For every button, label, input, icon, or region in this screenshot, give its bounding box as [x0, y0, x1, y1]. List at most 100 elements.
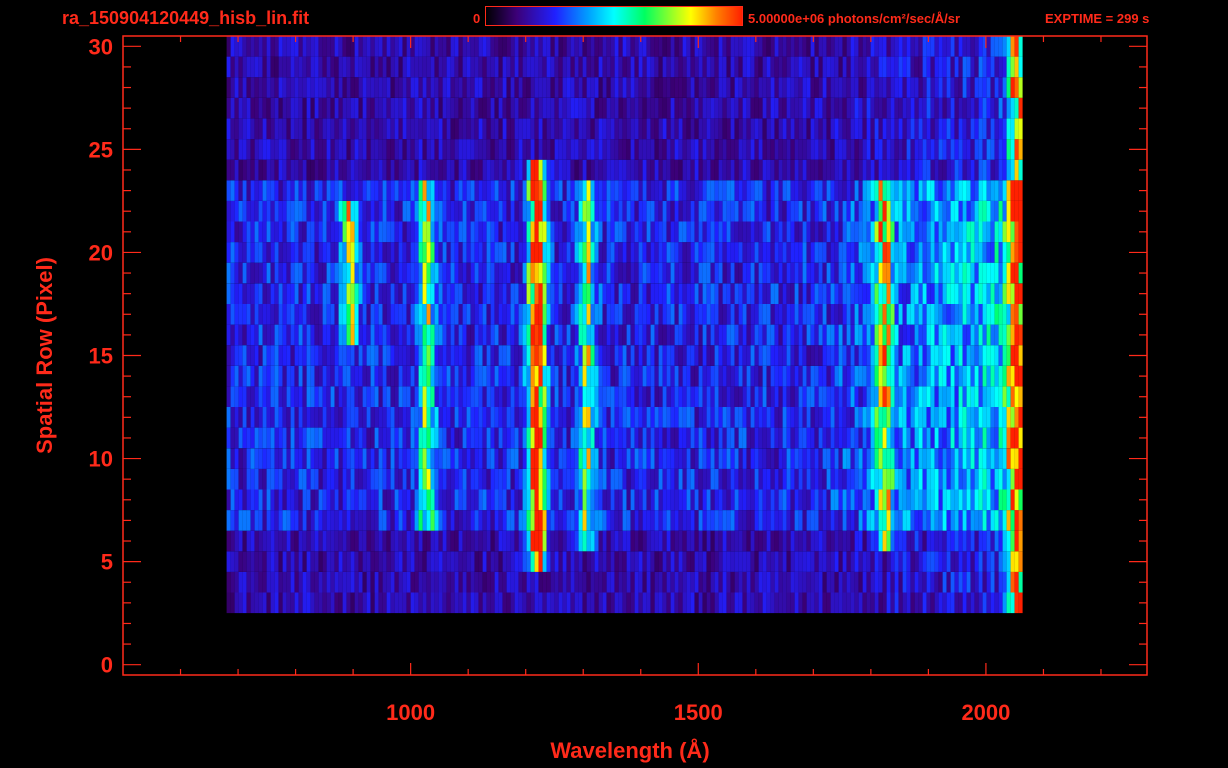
heatmap-cell [730, 180, 735, 201]
heatmap-cell [658, 262, 663, 284]
heatmap-cell [358, 324, 363, 346]
heatmap-cell [870, 304, 875, 325]
heatmap-cell [602, 283, 607, 304]
heatmap-cell [1010, 283, 1015, 304]
heatmap-cell [918, 592, 923, 614]
heatmap-cell [330, 262, 335, 284]
heatmap-cell [938, 97, 943, 119]
heatmap-cell [394, 365, 399, 387]
heatmap-cell [266, 448, 271, 469]
heatmap-cell [610, 200, 615, 222]
heatmap-cell [498, 304, 503, 325]
heatmap-cell [970, 571, 975, 593]
heatmap-cell [418, 365, 423, 387]
heatmap-cell [934, 159, 939, 181]
heatmap-cell [870, 221, 875, 243]
heatmap-cell [434, 489, 439, 511]
heatmap-cell [474, 489, 479, 511]
heatmap-cell [702, 200, 707, 222]
heatmap-cell [334, 592, 339, 614]
heatmap-cell [1010, 510, 1015, 531]
heatmap-cell [854, 97, 859, 119]
heatmap-cell [750, 221, 755, 243]
heatmap-cell [626, 283, 631, 304]
heatmap-cell [878, 97, 883, 119]
heatmap-cell [1018, 242, 1023, 263]
heatmap-cell [966, 221, 971, 243]
heatmap-cell [322, 551, 327, 572]
heatmap-cell [938, 324, 943, 346]
heatmap-cell [898, 448, 903, 469]
heatmap-cell [402, 262, 407, 284]
heatmap-cell [942, 510, 947, 531]
heatmap-cell [274, 262, 279, 284]
heatmap-cell [354, 283, 359, 304]
heatmap-cell [770, 468, 775, 490]
heatmap-cell [370, 324, 375, 346]
heatmap-cell [326, 592, 331, 614]
heatmap-cell [770, 551, 775, 572]
heatmap-cell [606, 427, 611, 449]
heatmap-cell [658, 97, 663, 119]
heatmap-cell [706, 180, 711, 201]
heatmap-cell [1002, 324, 1007, 346]
heatmap-cell [250, 221, 255, 243]
heatmap-cell [606, 221, 611, 243]
heatmap-cell [578, 407, 583, 428]
heatmap-cell [310, 489, 315, 511]
heatmap-cell [438, 468, 443, 490]
heatmap-cell [862, 386, 867, 407]
heatmap-cell [422, 324, 427, 346]
heatmap-cell [230, 283, 235, 304]
heatmap-cell [830, 139, 835, 160]
heatmap-cell [994, 345, 999, 366]
heatmap-cell [790, 427, 795, 449]
heatmap-cell [722, 118, 727, 140]
heatmap-cell [806, 448, 811, 469]
heatmap-cell [562, 386, 567, 407]
heatmap-cell [970, 551, 975, 572]
heatmap-cell [870, 448, 875, 469]
heatmap-cell [314, 180, 319, 201]
heatmap-cell [546, 592, 551, 614]
heatmap-cell [514, 510, 519, 531]
heatmap-cell [430, 139, 435, 160]
heatmap-cell [490, 283, 495, 304]
heatmap-cell [242, 510, 247, 531]
heatmap-cell [482, 159, 487, 181]
heatmap-cell [934, 180, 939, 201]
heatmap-cell [706, 200, 711, 222]
heatmap-cell [838, 592, 843, 614]
heatmap-cell [246, 468, 251, 490]
heatmap-cell [610, 118, 615, 140]
heatmap-cell [298, 304, 303, 325]
heatmap-cell [858, 324, 863, 346]
heatmap-cell [1006, 551, 1011, 572]
heatmap-cell [262, 345, 267, 366]
heatmap-cell [798, 97, 803, 119]
heatmap-cell [618, 221, 623, 243]
heatmap-cell [550, 592, 555, 614]
heatmap-cell [450, 97, 455, 119]
heatmap-cell [662, 118, 667, 140]
heatmap-cell [654, 448, 659, 469]
heatmap-cell [806, 345, 811, 366]
heatmap-cell [258, 180, 263, 201]
heatmap-cell [946, 324, 951, 346]
heatmap-cell [914, 510, 919, 531]
heatmap-cell [990, 365, 995, 387]
heatmap-cell [426, 510, 431, 531]
heatmap-cell [514, 407, 519, 428]
heatmap-cell [730, 386, 735, 407]
heatmap-cell [310, 118, 315, 140]
heatmap-cell [402, 489, 407, 511]
heatmap-cell [270, 592, 275, 614]
heatmap-cell [738, 139, 743, 160]
heatmap-cell [390, 345, 395, 366]
heatmap-cell [874, 510, 879, 531]
heatmap-cell [1010, 427, 1015, 449]
heatmap-cell [450, 468, 455, 490]
heatmap-cell [342, 489, 347, 511]
heatmap-cell [794, 551, 799, 572]
heatmap-cell [454, 510, 459, 531]
